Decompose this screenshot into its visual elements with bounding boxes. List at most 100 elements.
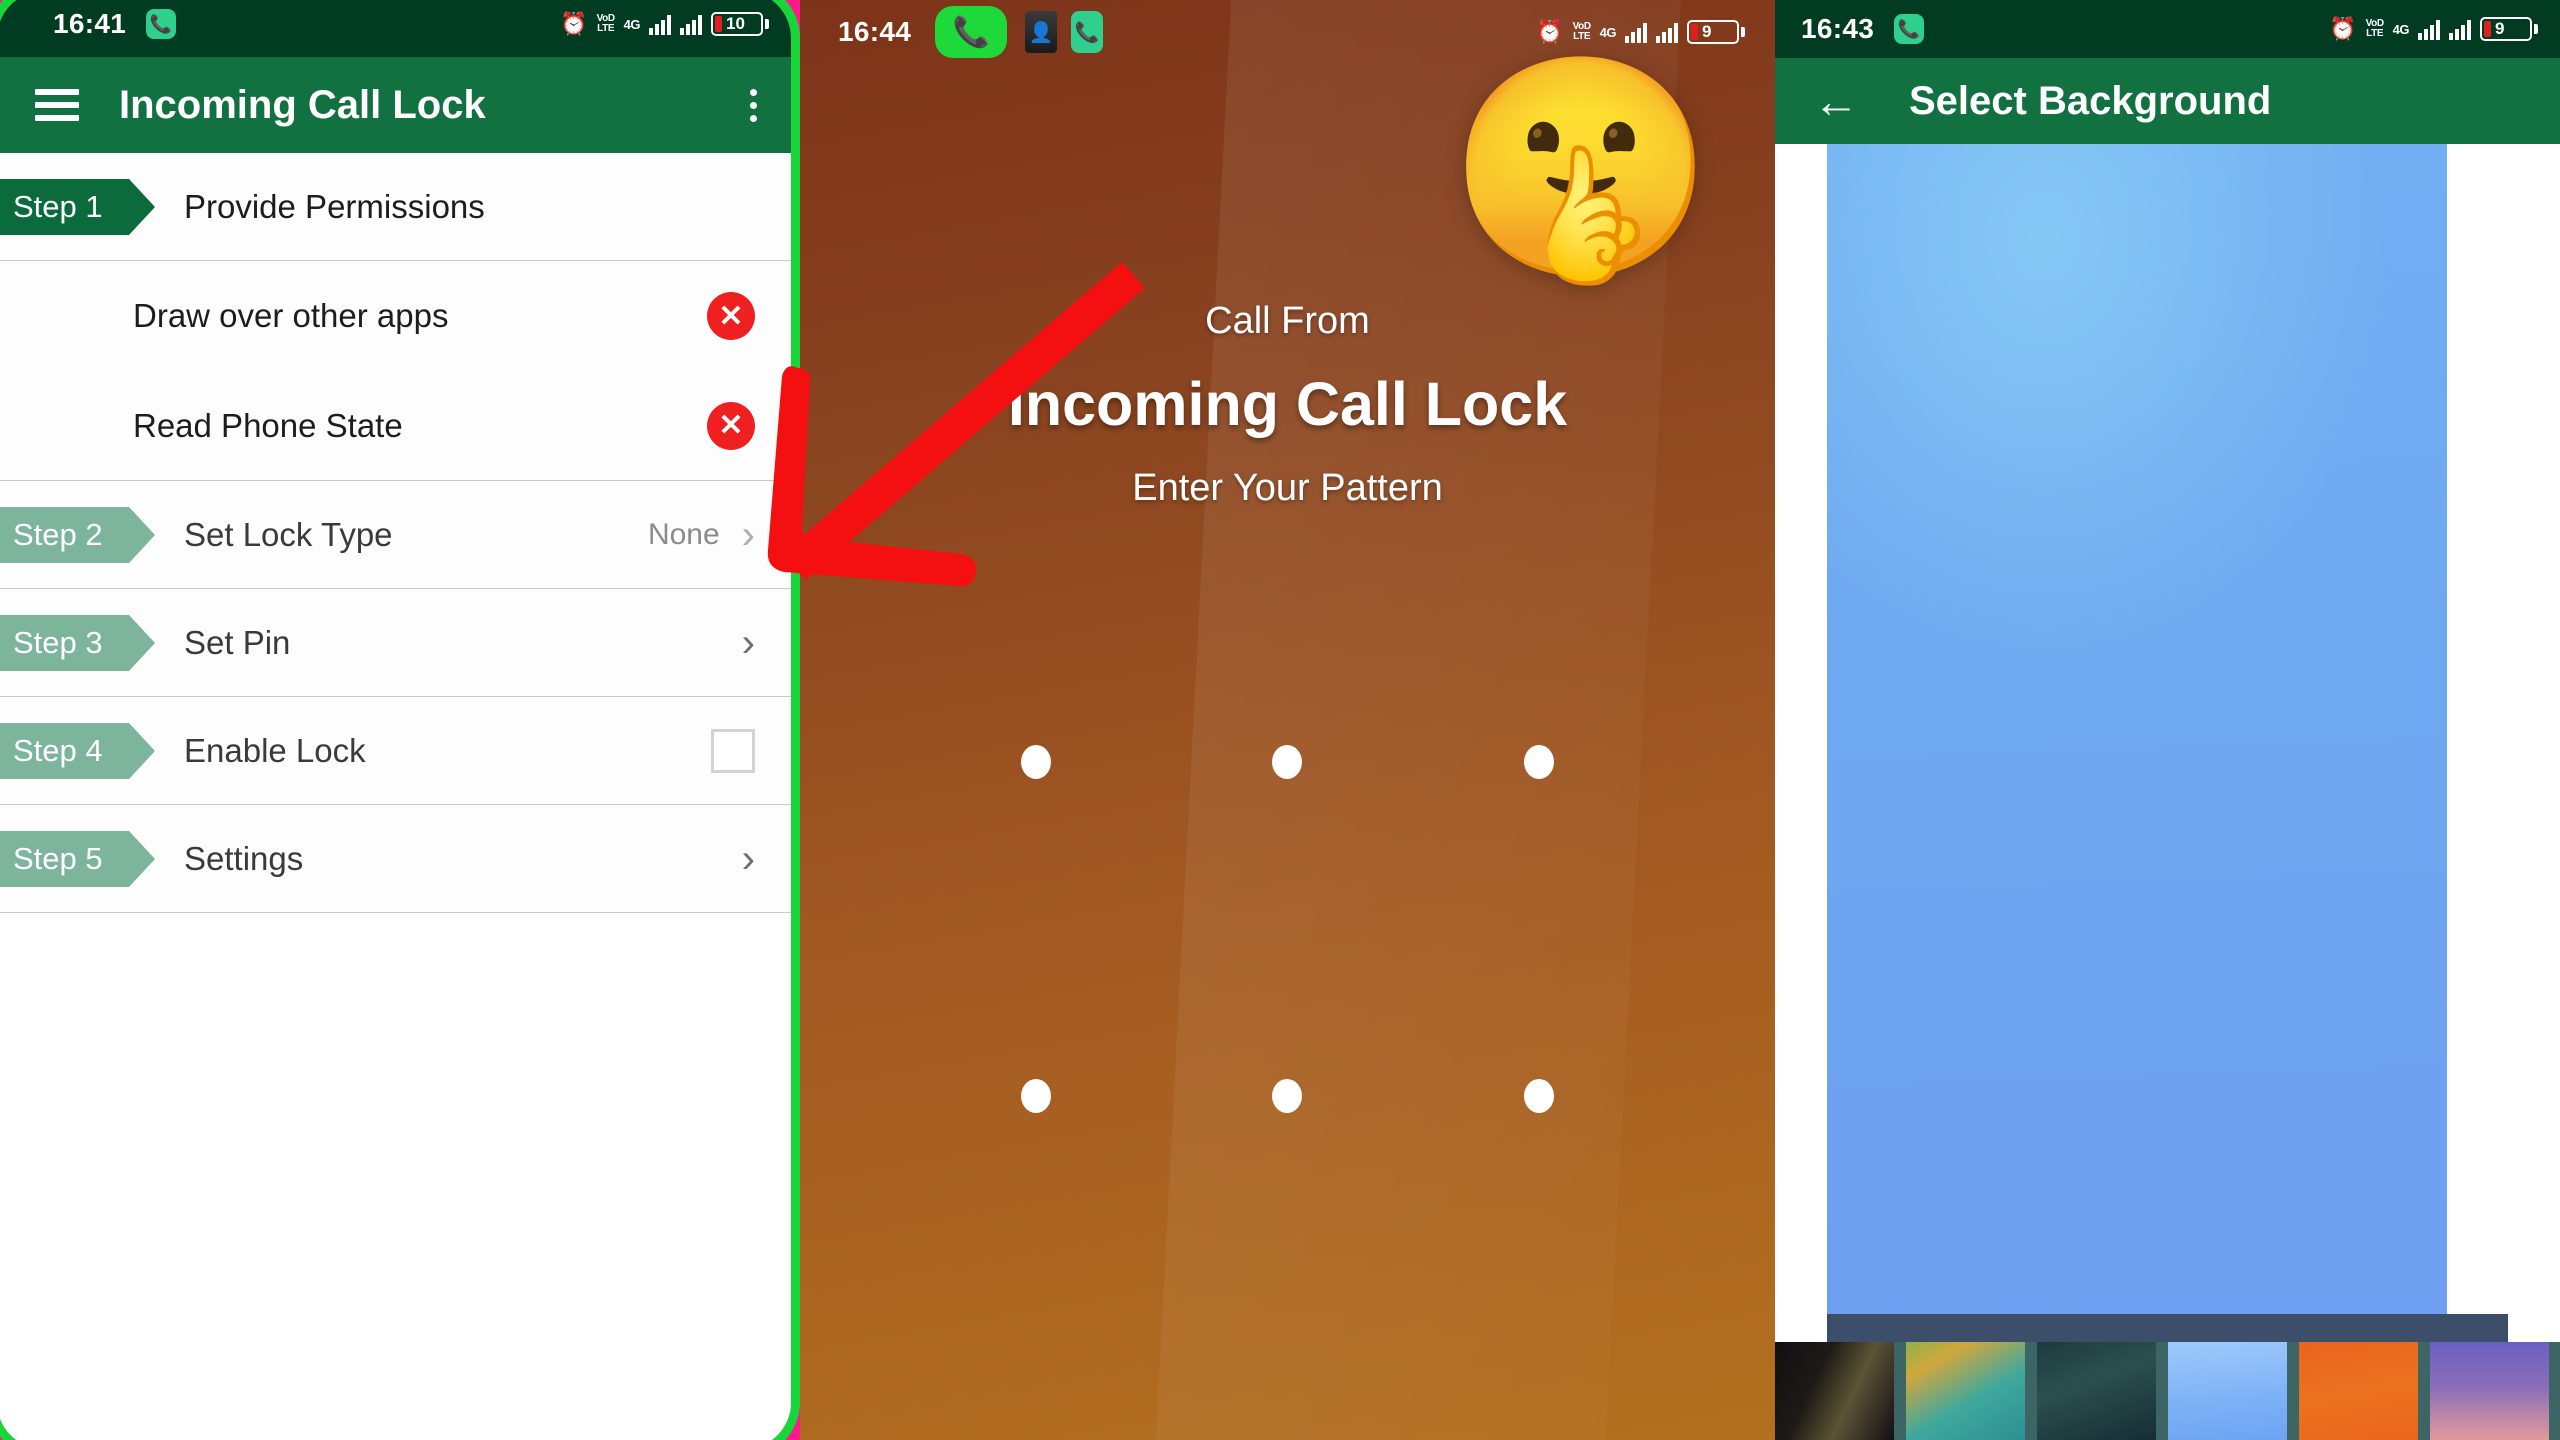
- status-icons-group: ⏰ VoD LTE 4G 9: [2329, 17, 2538, 41]
- step-badge-2: Step 2: [0, 506, 155, 563]
- thumbnail-strip-backdrop: [1775, 1314, 2560, 1342]
- alarm-icon: ⏰: [560, 11, 588, 36]
- signal-bars-sim2-icon: [2449, 18, 2471, 40]
- phone-frame-1: 16:41 📞 ⏰ VoD LTE 4G 10 Incoming Call Lo…: [0, 0, 800, 1440]
- signal-bars-sim2-icon: [1656, 21, 1678, 43]
- battery-percent: 9: [1702, 22, 1712, 41]
- battery-icon: 9: [2480, 17, 2538, 41]
- steps-list: Step 1 Provide Permissions Draw over oth…: [0, 153, 791, 1440]
- battery-percent: 10: [726, 14, 745, 33]
- screenshot-root: 16:41 📞 ⏰ VoD LTE 4G 10 Incoming Call Lo…: [0, 0, 2560, 1440]
- volte-line-2: LTE: [1573, 31, 1591, 42]
- chevron-right-icon: ›: [741, 836, 755, 881]
- enable-lock-checkbox[interactable]: [711, 728, 755, 773]
- list-item-label: Settings: [184, 839, 304, 877]
- list-item-set-lock-type[interactable]: Step 2 Set Lock Type None ›: [0, 481, 791, 589]
- list-item-label: Enable Lock: [184, 731, 366, 769]
- signal-bars-sim1-icon: [649, 13, 671, 35]
- pattern-dot[interactable]: [1524, 745, 1555, 779]
- background-preview[interactable]: [1827, 144, 2447, 1314]
- teal-gold-gradient-thumbnail[interactable]: [1906, 1342, 2025, 1440]
- battery-icon: 10: [711, 12, 769, 36]
- volte-icon: VoD LTE: [597, 14, 615, 34]
- volte-line-2: LTE: [597, 23, 615, 34]
- list-item-label: Set Pin: [184, 623, 291, 661]
- phone-icon: 📞: [1894, 14, 1925, 44]
- strip-notch-right: [2508, 1314, 2560, 1342]
- phone-icon: 📞: [1071, 11, 1104, 53]
- empty-list-area: [0, 913, 791, 1433]
- permission-label: Read Phone State: [133, 406, 403, 444]
- app-bar-3: ← Select Background: [1775, 58, 2560, 144]
- call-from-label: Call From: [1205, 300, 1370, 342]
- status-bar-2: 16:44 📞 👤 📞 ⏰ VoD LTE 4G 9: [800, 0, 1775, 64]
- list-item-read-phone-state[interactable]: Read Phone State ✕: [0, 371, 791, 481]
- status-icons-group: ⏰ VoD LTE 4G 10: [560, 12, 769, 36]
- signal-bars-sim1-icon: [2418, 18, 2440, 40]
- pattern-dot[interactable]: [1524, 1079, 1555, 1113]
- pattern-dot[interactable]: [1020, 745, 1051, 779]
- pattern-dot[interactable]: [1272, 745, 1303, 779]
- status-time: 16:44: [838, 16, 912, 47]
- contact-photo-icon: 👤: [1025, 11, 1058, 53]
- pattern-dot[interactable]: [1272, 1079, 1303, 1113]
- purple-pink-gradient-thumbnail[interactable]: [2430, 1342, 2549, 1440]
- volte-line-2: LTE: [2366, 28, 2384, 39]
- list-item-draw-over-other-apps[interactable]: Draw over other apps ✕: [0, 261, 791, 371]
- panel-app-home: 16:41 📞 ⏰ VoD LTE 4G 10 Incoming Call Lo…: [0, 0, 800, 1440]
- status-badge-denied[interactable]: ✕: [707, 292, 755, 340]
- network-type-label: 4G: [2392, 21, 2410, 37]
- app-bar-1: Incoming Call Lock: [0, 57, 791, 153]
- thumbnail-strip[interactable]: [1775, 1342, 2560, 1440]
- dark-teal-texture-thumbnail[interactable]: [2037, 1342, 2156, 1440]
- strip-notch-left: [1775, 1314, 1827, 1342]
- status-time: 16:41: [53, 8, 127, 39]
- status-time: 16:43: [1801, 13, 1875, 44]
- step-badge-5: Step 5: [0, 830, 155, 887]
- page-title: Incoming Call Lock: [119, 82, 486, 127]
- hamburger-menu-icon[interactable]: [35, 89, 79, 121]
- alarm-icon: ⏰: [1536, 19, 1564, 44]
- panel-select-background: 16:43 📞 ⏰ VoD LTE 4G 9 ← Select Backgrou…: [1775, 0, 2560, 1440]
- list-item-set-pin[interactable]: Step 3 Set Pin ›: [0, 589, 791, 697]
- shushing-face-emoji: 🤫: [1447, 47, 1715, 288]
- battery-icon: 9: [1687, 20, 1745, 44]
- battery-percent: 9: [2495, 19, 2505, 38]
- pattern-dot[interactable]: [1020, 1079, 1051, 1113]
- status-icons-group: ⏰ VoD LTE 4G 9: [1536, 20, 1745, 44]
- network-type-label: 4G: [1599, 24, 1617, 40]
- lock-screen-text: Call From Incoming Call Lock Enter Your …: [800, 300, 1775, 510]
- volte-icon: VoD LTE: [1573, 22, 1591, 42]
- status-bar-3: 16:43 📞 ⏰ VoD LTE 4G 9: [1775, 0, 2560, 58]
- kebab-menu-icon[interactable]: [750, 88, 757, 122]
- lock-app-name: Incoming Call Lock: [1007, 370, 1568, 438]
- list-item-label: Set Lock Type: [184, 515, 393, 553]
- chevron-right-icon: ›: [741, 620, 755, 665]
- status-badge-denied[interactable]: ✕: [707, 401, 755, 450]
- step-badge-4: Step 4: [0, 722, 155, 779]
- network-type-label: 4G: [623, 16, 641, 32]
- list-item-enable-lock[interactable]: Step 4 Enable Lock: [0, 697, 791, 805]
- lock-type-value: None: [647, 517, 720, 551]
- back-arrow-icon[interactable]: ←: [1813, 78, 1859, 124]
- list-item-settings[interactable]: Step 5 Settings ›: [0, 805, 791, 913]
- alarm-icon: ⏰: [2329, 16, 2357, 41]
- phone-icon: 📞: [146, 9, 177, 39]
- light-blue-gradient-thumbnail[interactable]: [2168, 1342, 2287, 1440]
- step-badge-3: Step 3: [0, 614, 155, 671]
- status-bar-1: 16:41 📞 ⏰ VoD LTE 4G 10: [0, 0, 791, 57]
- chevron-right-icon: ›: [741, 512, 755, 557]
- pattern-lock-grid[interactable]: [800, 745, 1775, 1113]
- step-badge-1: Step 1: [0, 178, 155, 235]
- page-title: Select Background: [1909, 78, 2272, 123]
- active-call-icon: 📞: [935, 6, 1008, 58]
- pattern-prompt: Enter Your Pattern: [1132, 467, 1443, 509]
- list-item-provide-permissions[interactable]: Step 1 Provide Permissions: [0, 153, 791, 261]
- list-item-label: Provide Permissions: [184, 187, 485, 225]
- orange-gradient-thumbnail[interactable]: [2299, 1342, 2418, 1440]
- panel-lock-screen: 16:44 📞 👤 📞 ⏰ VoD LTE 4G 9 🤫 Call From I…: [800, 0, 1775, 1440]
- permission-label: Draw over other apps: [133, 297, 449, 334]
- dark-bokeh-thumbnail[interactable]: [1775, 1342, 1894, 1440]
- volte-icon: VoD LTE: [2366, 19, 2384, 39]
- signal-bars-sim2-icon: [680, 13, 702, 35]
